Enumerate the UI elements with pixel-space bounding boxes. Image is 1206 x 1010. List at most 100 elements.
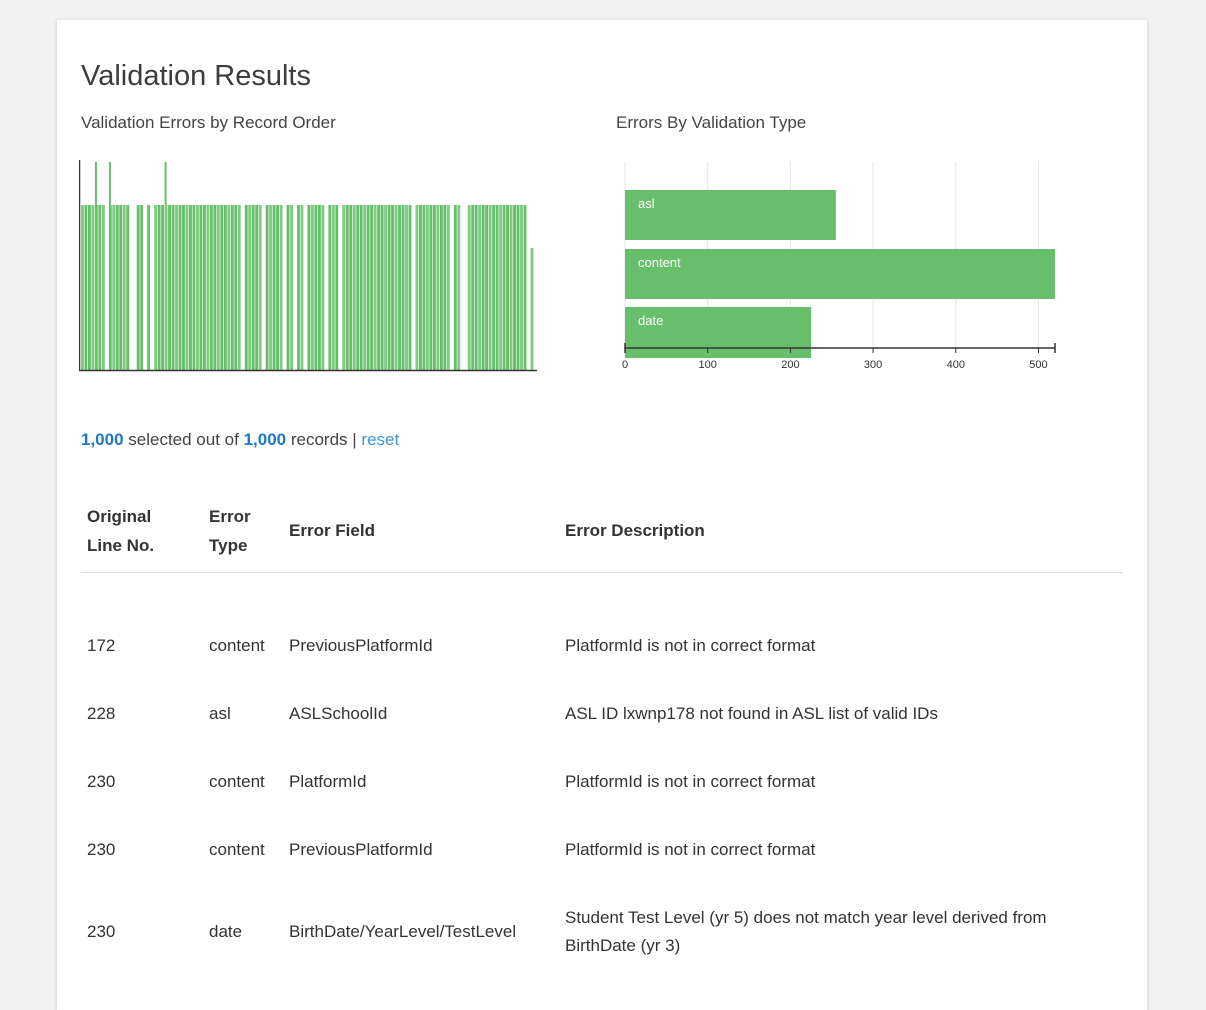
record-bar xyxy=(366,205,370,370)
record-bar xyxy=(269,205,273,370)
record-spike-bar xyxy=(164,162,167,205)
record-bar xyxy=(237,205,241,370)
record-bar xyxy=(87,205,91,370)
record-bar xyxy=(419,205,422,370)
record-bar xyxy=(342,205,346,370)
record-bar xyxy=(310,205,314,370)
record-bar xyxy=(422,205,426,370)
record-bar xyxy=(439,205,443,370)
cell-type: date xyxy=(209,922,243,941)
reset-link[interactable]: reset xyxy=(361,430,399,449)
record-bar xyxy=(101,205,105,370)
record-bar xyxy=(206,205,210,370)
record-bar xyxy=(467,205,471,370)
page-title: Validation Results xyxy=(81,60,311,92)
record-bar xyxy=(112,205,116,370)
record-bar xyxy=(335,205,339,370)
record-bar xyxy=(349,205,353,370)
record-bar xyxy=(359,205,363,370)
cell-field: BirthDate/YearLevel/TestLevel xyxy=(289,922,517,941)
record-bar xyxy=(398,205,401,370)
cell-field: PreviousPlatformId xyxy=(289,636,433,655)
table-row[interactable]: 230 date BirthDate/YearLevel/TestLevel S… xyxy=(81,884,1123,980)
record-bar xyxy=(251,205,255,370)
cell-description: Student Test Level (yr 5) does not match… xyxy=(565,908,1047,955)
selected-count: 1,000 xyxy=(81,430,124,449)
record-bar xyxy=(216,205,220,370)
record-bar xyxy=(178,205,182,370)
record-bar xyxy=(258,205,262,370)
record-bar xyxy=(119,205,123,370)
type-bar-label: content xyxy=(638,255,681,270)
record-bar xyxy=(513,205,516,370)
record-bar xyxy=(415,205,419,370)
type-bar-asl xyxy=(625,190,836,240)
record-bar xyxy=(331,205,335,370)
record-bar xyxy=(370,205,374,370)
record-bar xyxy=(377,205,381,370)
header-type-1: Error xyxy=(209,506,251,526)
record-bar xyxy=(453,205,457,370)
cell-field: ASLSchoolId xyxy=(289,704,388,723)
record-bar xyxy=(286,205,290,370)
header-line-2: Line No. xyxy=(87,535,155,555)
cell-line: 172 xyxy=(87,636,116,655)
record-bar xyxy=(272,205,276,370)
validation-type-chart[interactable]: asl content date 0 100 200 300 400 500 xyxy=(617,160,1067,385)
record-order-chart[interactable] xyxy=(79,160,539,374)
header-error-type[interactable]: Error Type xyxy=(203,490,283,573)
tick-label: 0 xyxy=(622,359,628,371)
record-bar xyxy=(384,205,388,370)
record-bar xyxy=(352,205,356,370)
table-row[interactable]: 230 content PlatformId PlatformId is not… xyxy=(81,748,1123,816)
record-bar xyxy=(432,205,436,370)
record-bar xyxy=(276,205,280,370)
record-bar xyxy=(227,205,231,370)
tick-label: 200 xyxy=(781,359,799,371)
record-bar xyxy=(499,205,503,370)
record-bar xyxy=(255,205,259,370)
record-bar xyxy=(213,205,217,370)
record-bar xyxy=(136,205,140,370)
header-error-description[interactable]: Error Description xyxy=(559,490,1123,573)
record-spike-bar xyxy=(94,162,97,205)
record-bar xyxy=(408,205,412,370)
header-line-1: Original xyxy=(87,506,152,526)
record-bar xyxy=(98,205,102,370)
cell-field: PreviousPlatformId xyxy=(289,840,433,859)
table-row[interactable]: 230 content PreviousPlatformId PlatformI… xyxy=(81,816,1123,884)
record-bar xyxy=(488,205,492,370)
record-bar xyxy=(328,205,332,370)
record-bar xyxy=(317,205,321,370)
record-bar xyxy=(443,205,447,370)
header-error-field[interactable]: Error Field xyxy=(283,490,559,573)
record-bar xyxy=(471,205,475,370)
record-bar xyxy=(314,205,318,370)
record-bar xyxy=(122,205,126,370)
record-bar xyxy=(321,205,325,370)
record-bar xyxy=(492,205,496,370)
record-bar xyxy=(126,205,130,370)
record-bar xyxy=(425,205,429,370)
tick-label: 500 xyxy=(1029,359,1047,371)
record-bar xyxy=(506,205,509,370)
record-bar xyxy=(474,205,478,370)
record-bar xyxy=(502,205,506,370)
record-bar xyxy=(108,205,112,370)
table-header-row: Original Line No. Error Type Error Field… xyxy=(81,490,1123,573)
record-bar xyxy=(248,205,252,370)
cell-line: 230 xyxy=(87,840,116,859)
record-bar xyxy=(168,205,171,370)
record-bar xyxy=(530,248,534,370)
header-original-line[interactable]: Original Line No. xyxy=(81,490,203,573)
record-bar xyxy=(516,205,520,370)
table-row[interactable]: 228 asl ASLSchoolId ASL ID lxwnp178 not … xyxy=(81,680,1123,748)
record-bar xyxy=(523,205,527,370)
cell-field: PlatformId xyxy=(289,772,367,791)
validation-type-chart-title: Errors By Validation Type xyxy=(616,113,807,132)
table-row[interactable]: 172 content PreviousPlatformId PlatformI… xyxy=(81,612,1123,680)
record-bar xyxy=(115,205,119,370)
record-bar xyxy=(94,205,98,370)
record-order-chart-title: Validation Errors by Record Order xyxy=(81,113,336,132)
total-count: 1,000 xyxy=(243,430,287,449)
